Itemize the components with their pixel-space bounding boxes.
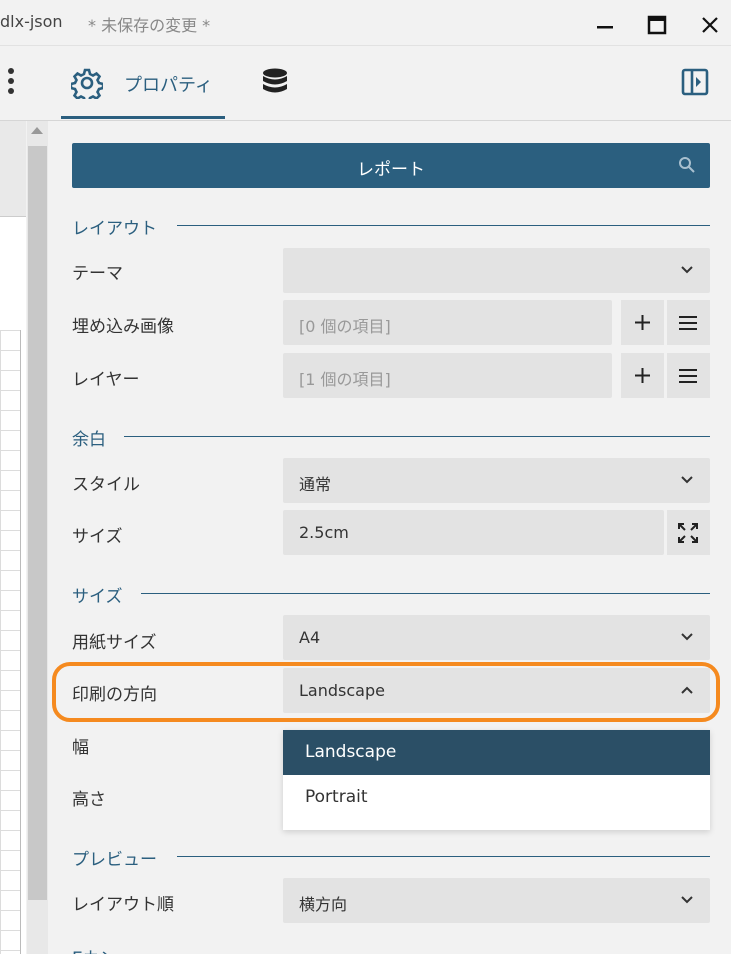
add-layer-button[interactable] xyxy=(621,353,664,398)
style-value: 通常 xyxy=(299,475,332,494)
layers-label: レイヤー xyxy=(72,370,140,390)
more-menu-icon[interactable] xyxy=(4,68,18,98)
paper-size-value: A4 xyxy=(299,628,321,647)
edit-layers-button[interactable] xyxy=(667,353,710,398)
scroll-up-icon[interactable] xyxy=(31,127,43,134)
plus-icon xyxy=(635,315,650,330)
database-icon[interactable] xyxy=(262,68,288,98)
chevron-down-icon xyxy=(681,266,693,274)
maximize-button[interactable] xyxy=(645,13,669,37)
option-landscape[interactable]: Landscape xyxy=(283,730,710,775)
list-icon xyxy=(679,369,697,383)
list-icon xyxy=(679,316,697,330)
margin-size-field[interactable]: 2.5cm xyxy=(283,510,664,555)
tab-properties[interactable]: プロパティ xyxy=(124,71,213,97)
layout-order-select[interactable]: 横方向 xyxy=(283,878,710,923)
embedded-images-label: 埋め込み画像 xyxy=(72,317,174,337)
report-selector-button[interactable]: レポート xyxy=(72,143,710,188)
expand-margin-button[interactable] xyxy=(667,510,710,555)
section-divider xyxy=(177,856,710,857)
orientation-dropdown: Landscape Portrait xyxy=(283,730,710,830)
chevron-down-icon xyxy=(681,476,693,484)
add-embedded-image-button[interactable] xyxy=(621,300,664,345)
layout-order-label: レイアウト順 xyxy=(72,895,174,915)
close-icon xyxy=(702,17,718,33)
orientation-highlight xyxy=(52,662,720,722)
paper-size-select[interactable]: A4 xyxy=(283,615,710,660)
section-preview-title: プレビュー xyxy=(72,850,157,870)
active-tab-indicator xyxy=(61,116,225,119)
report-canvas-header xyxy=(0,121,26,217)
embedded-images-field[interactable]: [0 個の項目] xyxy=(283,300,612,345)
close-button[interactable] xyxy=(698,13,722,37)
search-icon xyxy=(679,157,695,173)
embedded-images-value: [0 個の項目] xyxy=(299,317,391,336)
section-divider xyxy=(141,593,710,594)
layers-value: [1 個の項目] xyxy=(299,370,391,389)
paper-size-label: 用紙サイズ xyxy=(72,633,157,653)
margin-size-label: サイズ xyxy=(72,527,123,547)
option-label: Landscape xyxy=(305,742,397,762)
maximize-icon xyxy=(647,15,667,35)
tab-bar xyxy=(0,46,731,121)
edit-embedded-images-button[interactable] xyxy=(667,300,710,345)
layers-field[interactable]: [1 個の項目] xyxy=(283,353,612,398)
chevron-down-icon xyxy=(681,633,693,641)
report-button-label: レポート xyxy=(357,160,425,180)
minimize-button[interactable] xyxy=(593,13,617,37)
unsaved-indicator: * 未保存の変更 * xyxy=(88,16,211,35)
next-section-partial: Eカン... xyxy=(72,944,192,954)
margin-size-value: 2.5cm xyxy=(299,523,349,542)
theme-select[interactable] xyxy=(283,248,710,293)
section-size-title: サイズ xyxy=(72,587,123,607)
section-divider xyxy=(177,225,710,226)
design-grid xyxy=(0,330,21,954)
chevron-down-icon xyxy=(681,896,693,904)
next-section-label: Eカン... xyxy=(72,944,192,954)
style-select[interactable]: 通常 xyxy=(283,458,710,503)
window-title: dlx-json xyxy=(0,12,63,31)
gear-icon xyxy=(69,67,105,104)
section-divider xyxy=(124,436,710,437)
plus-icon xyxy=(635,368,650,383)
expand-icon xyxy=(678,523,698,543)
width-label: 幅 xyxy=(72,738,89,758)
layout-order-value: 横方向 xyxy=(299,895,348,914)
option-label: Portrait xyxy=(305,787,368,807)
style-label: スタイル xyxy=(72,475,140,495)
height-label: 高さ xyxy=(72,790,106,810)
scrollbar-thumb[interactable] xyxy=(28,146,47,900)
section-margin-title: 余白 xyxy=(72,430,106,450)
option-portrait[interactable]: Portrait xyxy=(283,775,710,820)
toggle-panel-icon[interactable] xyxy=(681,68,709,96)
minimize-icon xyxy=(597,26,613,29)
theme-label: テーマ xyxy=(72,264,123,284)
section-layout-title: レイアウト xyxy=(72,219,157,239)
